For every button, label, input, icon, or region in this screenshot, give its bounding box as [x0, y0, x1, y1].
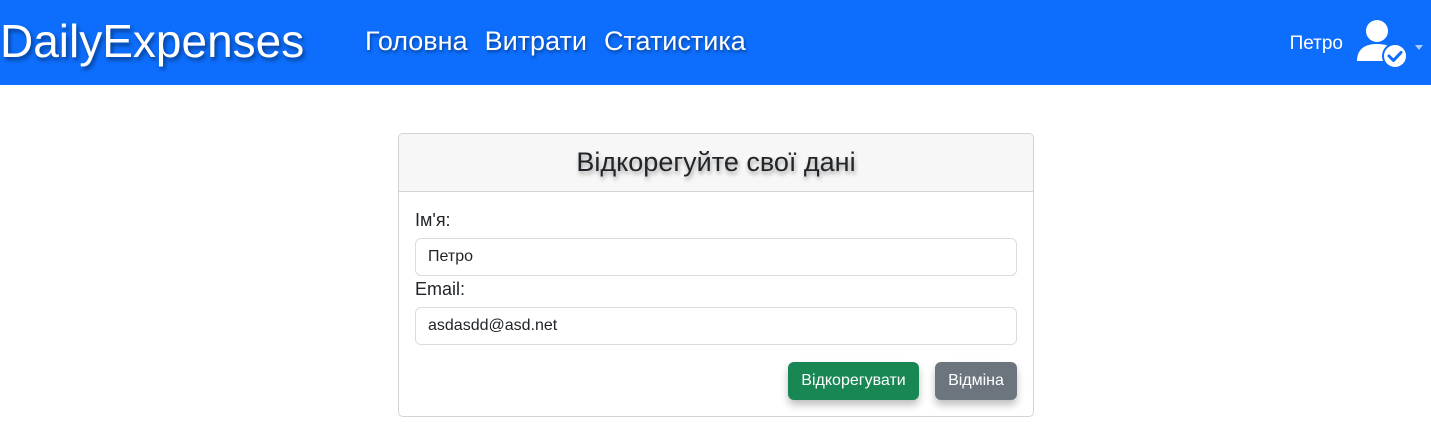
nav-link-home[interactable]: Головна [365, 24, 468, 58]
user-name: Петро [1289, 33, 1343, 54]
name-label: Ім'я: [415, 210, 451, 230]
nav-link-statistics[interactable]: Статистика [604, 24, 746, 58]
user-menu-toggle[interactable]: Петро [1290, 16, 1423, 72]
email-label: Email: [415, 279, 466, 299]
nav-link-expenses[interactable]: Витрати [485, 24, 587, 58]
name-field[interactable] [415, 238, 1017, 276]
edit-profile-card: Відкорегуйте свої дані Ім'я: Email: Відк… [398, 133, 1034, 417]
top-navbar: DailyExpenses Головна Витрати Статистика… [0, 0, 1431, 85]
chevron-down-icon [1415, 44, 1423, 50]
page-title: Відкорегуйте свої дані [576, 147, 856, 177]
user-check-icon [1357, 20, 1408, 69]
cancel-button[interactable]: Відміна [935, 362, 1017, 400]
nav-links: Головна Витрати Статистика [365, 24, 746, 58]
submit-edit-button[interactable]: Відкорегувати [788, 362, 919, 400]
card-header: Відкорегуйте свої дані [399, 134, 1033, 192]
brand-logo[interactable]: DailyExpenses [0, 14, 304, 68]
email-field[interactable] [415, 307, 1017, 345]
